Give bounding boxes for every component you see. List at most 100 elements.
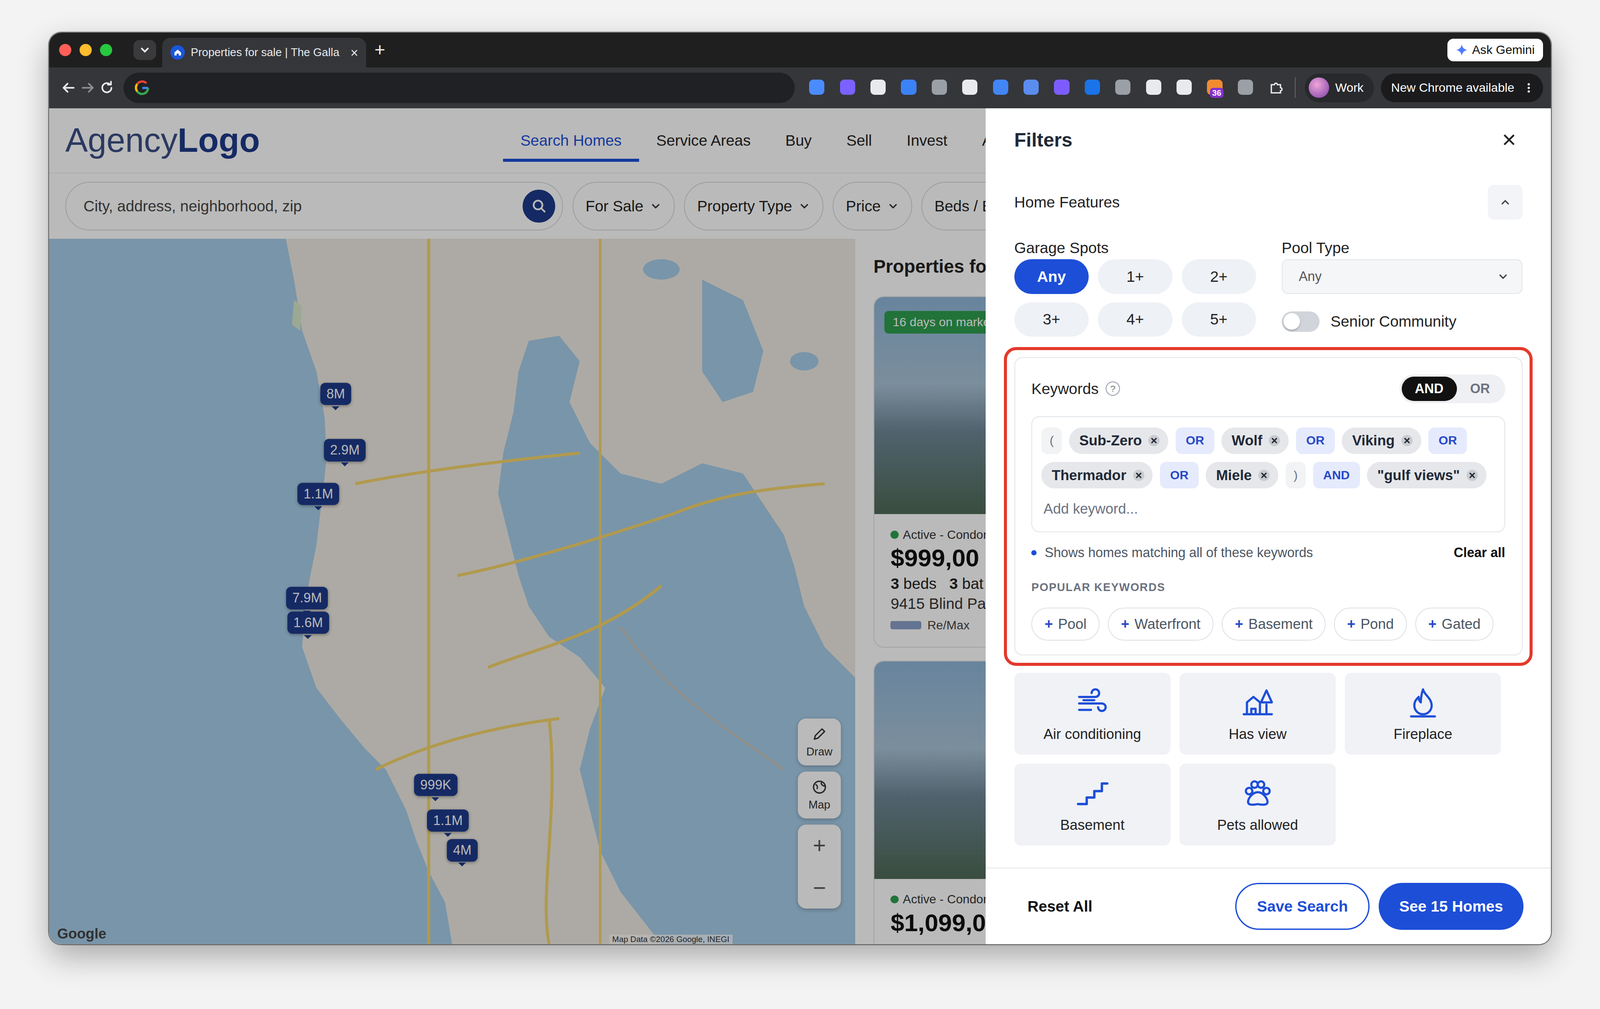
operator-chip[interactable]: OR [1160, 461, 1199, 489]
drawer-title: Filters [1014, 129, 1073, 151]
close-button[interactable]: × [1502, 127, 1517, 152]
home-favicon-icon [170, 45, 185, 60]
collapse-button[interactable] [1487, 184, 1523, 220]
operator-chip[interactable]: OR [1296, 427, 1335, 454]
close-window-button[interactable] [59, 43, 72, 57]
remove-icon[interactable] [1132, 469, 1145, 482]
remove-icon[interactable] [1268, 434, 1281, 447]
forward-arrow-icon [79, 79, 97, 97]
garage-options: Any1+2+ 3+4+5+ [1014, 259, 1257, 337]
site-content: AgencyLogoSearch HomesService AreasBuySe… [49, 108, 986, 944]
remove-icon[interactable] [1400, 434, 1414, 447]
extension-icon[interactable] [809, 79, 826, 97]
extension-icon[interactable] [1176, 79, 1194, 97]
back-button[interactable] [60, 73, 77, 103]
keyword-chip[interactable]: Sub-Zero [1069, 427, 1169, 454]
popular-keyword-chip[interactable]: +Gated [1415, 607, 1494, 640]
drawer-header: Filters × [985, 108, 1551, 172]
tab-search-button[interactable] [133, 40, 157, 61]
remove-icon[interactable] [1257, 469, 1270, 482]
keyword-chip[interactable]: Miele [1205, 461, 1279, 489]
popular-keyword-chip[interactable]: +Pool [1031, 607, 1100, 640]
keyword-chip[interactable]: Wolf [1221, 427, 1289, 454]
feature-tile[interactable]: Fireplace [1344, 672, 1501, 755]
remove-icon[interactable] [1466, 469, 1479, 482]
see-homes-button[interactable]: See 15 Homes [1378, 882, 1524, 930]
extension-icon[interactable] [1237, 79, 1255, 97]
keywords-label: Keywords [1031, 380, 1099, 398]
minimize-window-button[interactable] [79, 43, 92, 57]
garage-option[interactable]: Any [1014, 259, 1089, 294]
extension-icon[interactable] [900, 79, 918, 97]
feature-tile[interactable]: Air conditioning [1014, 672, 1171, 755]
garage-option[interactable]: 5+ [1181, 302, 1257, 337]
match-mode-option[interactable]: AND [1401, 376, 1457, 401]
extension-icon[interactable] [1084, 79, 1102, 97]
extension-icon[interactable] [1053, 79, 1071, 97]
keyword-chip[interactable]: Viking [1341, 427, 1421, 454]
popular-keyword-chip[interactable]: +Basement [1221, 607, 1326, 640]
ask-gemini-button[interactable]: Ask Gemini [1447, 38, 1543, 62]
save-search-button[interactable]: Save Search [1235, 882, 1370, 930]
puzzle-icon[interactable] [1268, 79, 1285, 97]
extension-icon[interactable]: 36 [1206, 79, 1224, 97]
extension-icon[interactable] [1115, 79, 1132, 97]
profile-button[interactable]: Work [1304, 73, 1374, 103]
garage-option[interactable]: 3+ [1014, 302, 1089, 337]
keyword-input-box[interactable]: (Sub-ZeroORWolfORVikingORThermadorORMiel… [1031, 416, 1506, 533]
match-mode-option[interactable]: OR [1456, 376, 1504, 401]
extension-icon[interactable] [931, 79, 949, 97]
extension-icon[interactable] [840, 79, 857, 97]
keyword-chip[interactable]: Thermador [1041, 461, 1153, 489]
keywords-hint-row: Shows homes matching all of these keywor… [1031, 544, 1506, 561]
operator-chip[interactable]: OR [1175, 427, 1215, 454]
operator-chip[interactable]: AND [1313, 461, 1360, 489]
web-page: AgencyLogoSearch HomesService AreasBuySe… [49, 108, 1552, 944]
help-button[interactable]: ? [1105, 381, 1120, 396]
tab-close-button[interactable]: × [350, 46, 359, 60]
remove-icon[interactable] [1147, 434, 1160, 447]
window-controls [59, 43, 113, 57]
browser-tab[interactable]: Properties for sale | The Galla × [162, 37, 367, 68]
garage-option[interactable]: 2+ [1181, 259, 1257, 294]
paren-chip[interactable]: ) [1285, 461, 1307, 489]
pool-field: Pool TypeAnySenior Community [1281, 237, 1523, 337]
extensions-bar: 36 [809, 79, 1285, 97]
feature-tiles: Air conditioningHas viewFireplace Basemen… [1014, 672, 1523, 846]
pool-type-select[interactable]: Any [1281, 259, 1523, 294]
extension-icon[interactable] [993, 79, 1010, 97]
drawer-footer: Reset All Save SearchSee 15 Homes [985, 867, 1551, 944]
clear-all-button[interactable]: Clear all [1453, 544, 1506, 561]
keywords-header: Keywords? ANDOR [1031, 373, 1506, 404]
feature-tile[interactable]: Pets allowed [1179, 763, 1336, 846]
senior-community-toggle[interactable] [1281, 311, 1320, 332]
desktop: Properties for sale | The Galla × + Ask Gem… [0, 0, 1600, 1009]
flame-icon [1405, 684, 1441, 720]
extension-icon[interactable] [870, 79, 887, 97]
feature-tile[interactable]: Basement [1014, 763, 1171, 846]
tab-title: Properties for sale | The Galla [190, 46, 345, 59]
zoom-window-button[interactable] [100, 43, 113, 57]
new-tab-button[interactable]: + [374, 40, 386, 60]
popular-keywords-title: POPULAR KEYWORDS [1031, 580, 1506, 594]
keyword-chip[interactable]: "gulf views" [1366, 461, 1487, 489]
operator-chip[interactable]: OR [1428, 427, 1467, 454]
extension-icon[interactable] [1146, 79, 1163, 97]
garage-option[interactable]: 1+ [1097, 259, 1173, 294]
popular-keyword-chip[interactable]: +Pond [1333, 607, 1407, 640]
add-keyword-input[interactable] [1041, 496, 1496, 521]
address-bar[interactable] [123, 72, 795, 104]
popular-keyword-chip[interactable]: +Waterfront [1107, 607, 1214, 640]
extension-badge: 36 [1210, 87, 1224, 98]
reset-all-button[interactable]: Reset All [1014, 897, 1106, 915]
feature-tile[interactable]: Has view [1179, 672, 1336, 755]
forward-button[interactable] [79, 73, 97, 103]
modal-backdrop[interactable] [49, 108, 986, 944]
extension-icon[interactable] [1023, 79, 1040, 97]
garage-option[interactable]: 4+ [1097, 302, 1173, 337]
reload-button[interactable] [98, 73, 116, 103]
extension-icon[interactable] [962, 79, 979, 97]
update-chrome-button[interactable]: New Chrome available [1380, 73, 1543, 103]
section-header[interactable]: Home Features [1014, 184, 1523, 220]
paren-chip[interactable]: ( [1041, 427, 1062, 454]
